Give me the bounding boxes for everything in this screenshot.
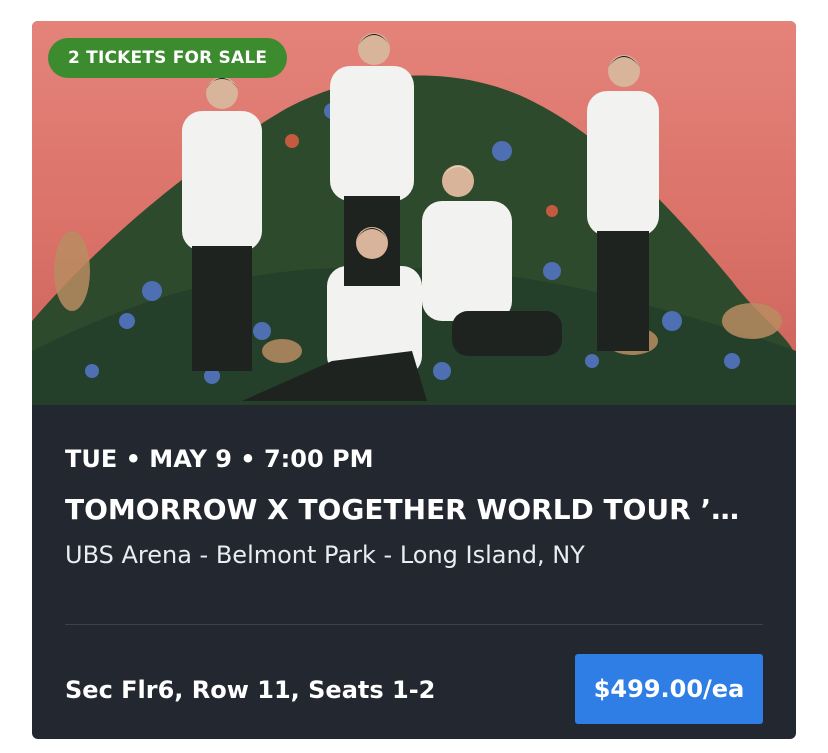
listing-card[interactable]: 2 TICKETS FOR SALE TUE • MAY 9 • 7:00 PM… [32,21,796,739]
seat-info: Sec Flr6, Row 11, Seats 1-2 [65,676,436,704]
event-date-time: TUE • MAY 9 • 7:00 PM [65,445,374,473]
event-details: TUE • MAY 9 • 7:00 PM TOMORROW X TOGETHE… [32,405,796,739]
event-photo-illustration [32,21,796,405]
tickets-for-sale-badge: 2 TICKETS FOR SALE [48,38,288,78]
divider [65,624,763,625]
event-photo: 2 TICKETS FOR SALE [32,21,796,405]
price-button[interactable]: $499.00/ea [575,654,763,724]
event-title[interactable]: TOMORROW X TOGETHER WORLD TOUR ’… [65,493,765,526]
event-venue[interactable]: UBS Arena - Belmont Park - Long Island, … [65,541,585,569]
